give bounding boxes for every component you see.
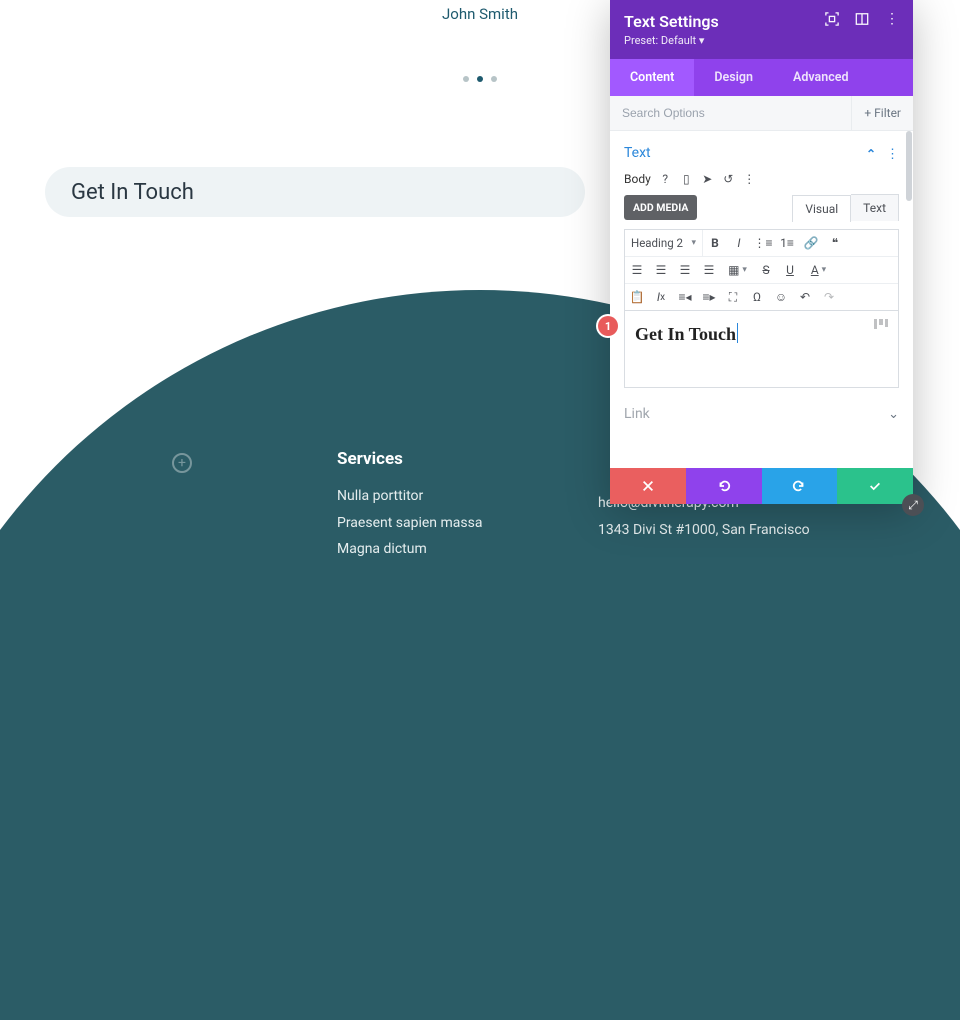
align-right-icon[interactable]: ☰ <box>673 257 697 283</box>
body-field-row: Body ? ▯ ➤ ↺ ⋮ <box>610 172 913 194</box>
numbered-list-icon[interactable]: 1≡ <box>775 230 799 256</box>
editor-tab-text[interactable]: Text <box>851 194 899 221</box>
text-color-icon[interactable]: A <box>802 257 835 283</box>
settings-panel: Text Settings Preset: Default Content De… <box>610 0 913 504</box>
author-name: John Smith <box>442 5 518 23</box>
section-text-label: Text <box>624 145 651 161</box>
body-label: Body <box>624 172 651 186</box>
panel-title: Text Settings <box>624 12 719 31</box>
scrollbar-thumb[interactable] <box>906 131 912 201</box>
dot-active[interactable] <box>477 76 483 82</box>
underline-icon[interactable]: U <box>778 257 802 283</box>
cursor-icon[interactable]: ➤ <box>701 173 714 186</box>
redo-icon[interactable]: ↷ <box>817 284 841 310</box>
emoji-icon[interactable]: ☺ <box>769 284 793 310</box>
align-justify-icon[interactable]: ☰ <box>697 257 721 283</box>
strikethrough-icon[interactable]: S <box>754 257 778 283</box>
more-icon[interactable]: ⋮ <box>743 173 756 186</box>
section-text-header[interactable]: Text <box>610 131 913 172</box>
heading-selector[interactable]: Heading 2 <box>625 230 703 256</box>
editor-tab-visual[interactable]: Visual <box>792 195 851 222</box>
service-item[interactable]: Praesent sapien massa <box>337 510 482 537</box>
mobile-icon[interactable]: ▯ <box>680 173 693 186</box>
services-title: Services <box>337 449 482 469</box>
undo-button[interactable] <box>686 468 762 504</box>
bold-icon[interactable]: B <box>703 230 727 256</box>
focus-icon[interactable] <box>825 12 839 26</box>
link-icon[interactable]: 🔗 <box>799 230 823 256</box>
section-link-header[interactable]: Link <box>610 388 913 422</box>
search-row: Filter <box>610 96 913 131</box>
tab-content[interactable]: Content <box>610 59 694 96</box>
panel-header[interactable]: Text Settings Preset: Default <box>610 0 913 59</box>
callout-badge-1: 1 <box>598 316 618 336</box>
indent-icon[interactable]: ≡▸ <box>697 284 721 310</box>
editor-text: Get In Touch <box>635 324 736 344</box>
italic-icon[interactable]: I <box>727 230 751 256</box>
dynamic-content-icon[interactable] <box>874 319 888 329</box>
headline-pill[interactable]: Get In Touch <box>45 167 585 217</box>
dot[interactable] <box>463 76 469 82</box>
paste-icon[interactable]: 📋 <box>625 284 649 310</box>
expand-panel-button[interactable]: ⤢ <box>902 494 924 516</box>
bulleted-list-icon[interactable]: ⋮≡ <box>751 230 775 256</box>
section-menu-icon[interactable] <box>886 143 899 162</box>
text-cursor <box>737 323 738 343</box>
fullscreen-icon[interactable]: ⛶ <box>721 284 745 310</box>
tab-advanced[interactable]: Advanced <box>773 59 869 96</box>
service-item[interactable]: Magna dictum <box>337 536 482 563</box>
align-left-icon[interactable]: ☰ <box>625 257 649 283</box>
headline-text: Get In Touch <box>71 180 194 205</box>
reset-icon[interactable]: ↺ <box>722 173 735 186</box>
filter-button[interactable]: Filter <box>851 96 913 130</box>
add-section-button[interactable]: + <box>172 453 192 473</box>
tab-design[interactable]: Design <box>694 59 773 96</box>
editor-content-area[interactable]: Get In Touch <box>624 310 899 388</box>
collapse-icon[interactable] <box>866 143 876 162</box>
search-input[interactable] <box>610 96 851 130</box>
link-label: Link <box>624 406 650 422</box>
redo-button[interactable] <box>762 468 838 504</box>
kebab-menu-icon[interactable] <box>885 12 899 26</box>
outdent-icon[interactable]: ≡◂ <box>673 284 697 310</box>
special-char-icon[interactable]: Ω <box>745 284 769 310</box>
expand-icon[interactable] <box>888 406 899 422</box>
carousel-dots[interactable] <box>463 76 497 82</box>
help-icon[interactable]: ? <box>659 173 672 186</box>
panel-body: Text Body ? ▯ ➤ ↺ ⋮ ADD MEDIA Visual Tex… <box>610 131 913 468</box>
undo-icon[interactable]: ↶ <box>793 284 817 310</box>
quote-icon[interactable]: ❝ <box>823 230 847 256</box>
columns-icon[interactable] <box>855 12 869 26</box>
panel-tabs: Content Design Advanced <box>610 59 913 96</box>
clear-format-icon[interactable]: Ix <box>649 284 673 310</box>
preset-picker[interactable]: Preset: Default <box>624 34 719 47</box>
cancel-button[interactable] <box>610 468 686 504</box>
footer-services: Services Nulla porttitor Praesent sapien… <box>337 449 482 563</box>
editor-toolbar: Heading 2 B I ⋮≡ 1≡ 🔗 ❝ ☰ ☰ ☰ ☰ ▦ S U A … <box>624 229 899 310</box>
editor-top-row: ADD MEDIA Visual Text <box>610 194 913 229</box>
save-button[interactable] <box>837 468 913 504</box>
add-media-button[interactable]: ADD MEDIA <box>624 195 697 220</box>
service-item[interactable]: Nulla porttitor <box>337 483 482 510</box>
contact-address: 1343 Divi St #1000, San Francisco <box>598 517 810 544</box>
panel-footer-actions <box>610 468 913 504</box>
align-center-icon[interactable]: ☰ <box>649 257 673 283</box>
table-icon[interactable]: ▦ <box>721 257 754 283</box>
dot[interactable] <box>491 76 497 82</box>
